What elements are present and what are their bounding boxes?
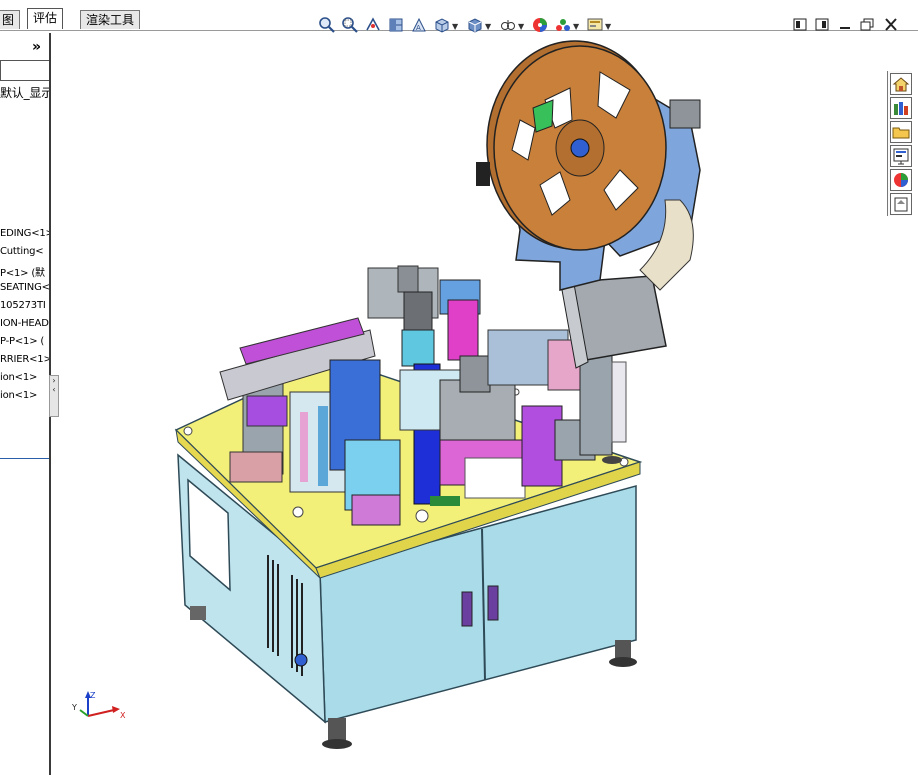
tree-item[interactable]: SEATING< <box>0 282 49 293</box>
filter-input[interactable] <box>0 60 49 81</box>
tree-item[interactable]: Cutting< <box>0 246 44 257</box>
command-manager-tabs: 图 评估 渲染工具 <box>0 0 918 32</box>
tile-horizontal-icon[interactable] <box>793 18 807 31</box>
tree-item[interactable]: ION-HEAD <box>0 318 49 329</box>
hide-show-dropdown-icon[interactable]: ▼ <box>518 22 524 31</box>
collapse-panel-button[interactable]: » <box>32 39 41 55</box>
coordinate-triad: Z Y X <box>71 691 126 720</box>
svg-text:A: A <box>416 24 421 32</box>
tab-divider <box>0 30 918 31</box>
apply-scene-icon[interactable] <box>554 16 572 34</box>
close-icon[interactable] <box>884 18 898 31</box>
tree-item[interactable]: P-P<1> ( <box>0 336 44 347</box>
home-icon[interactable] <box>890 73 912 95</box>
view-settings-dropdown-icon[interactable]: ▼ <box>605 22 611 31</box>
tree-item[interactable]: EDING<1> <box>0 228 49 239</box>
zoom-to-fit-icon[interactable] <box>318 16 336 34</box>
tree-item[interactable]: 105273TI <box>0 300 46 311</box>
tree-item[interactable]: P<1> (默 <box>0 264 45 279</box>
triad-x-label: X <box>120 711 126 720</box>
tab-render-tools[interactable]: 渲染工具 <box>80 10 141 29</box>
configuration-label: 默认_显示 <box>0 86 51 100</box>
triad-y-label: Y <box>71 703 77 712</box>
minimize-icon[interactable] <box>838 18 852 31</box>
restore-icon[interactable] <box>860 18 874 31</box>
zoom-area-icon[interactable] <box>341 16 359 34</box>
hide-show-items-icon[interactable] <box>499 16 517 34</box>
graphics-area[interactable] <box>52 36 886 775</box>
triad-z-label: Z <box>90 691 96 700</box>
dynamic-annotation-icon[interactable]: A <box>410 16 428 34</box>
display-style-dropdown-icon[interactable]: ▼ <box>485 22 491 31</box>
view-settings-icon[interactable] <box>586 16 604 34</box>
file-explorer-icon[interactable] <box>890 121 912 143</box>
panel-divider <box>0 458 49 459</box>
tree-item[interactable]: RRIER<1> <box>0 354 49 365</box>
tree-item[interactable]: ion<1> <box>0 372 37 383</box>
tab-drawing[interactable]: 图 <box>0 10 21 29</box>
tile-vertical-icon[interactable] <box>815 18 829 31</box>
view-palette-icon[interactable] <box>890 145 912 167</box>
view-orientation-dropdown-icon[interactable]: ▼ <box>452 22 458 31</box>
view-orientation-icon[interactable] <box>433 16 451 34</box>
featuremanager-panel: » 默认_显示 EDING<1> Cutting< P<1> (默 SEATIN… <box>0 33 51 775</box>
appearances-icon[interactable] <box>890 169 912 191</box>
previous-view-icon[interactable] <box>364 16 382 34</box>
tree-item[interactable]: ion<1> <box>0 390 37 401</box>
task-pane <box>887 71 912 216</box>
display-style-icon[interactable] <box>466 16 484 34</box>
apply-scene-dropdown-icon[interactable]: ▼ <box>573 22 579 31</box>
edit-appearance-icon[interactable] <box>531 16 549 34</box>
section-view-icon[interactable] <box>387 16 405 34</box>
design-library-icon[interactable] <box>890 97 912 119</box>
machine-model <box>174 40 701 749</box>
tab-evaluate[interactable]: 评估 <box>27 8 64 29</box>
custom-properties-icon[interactable] <box>890 193 912 215</box>
